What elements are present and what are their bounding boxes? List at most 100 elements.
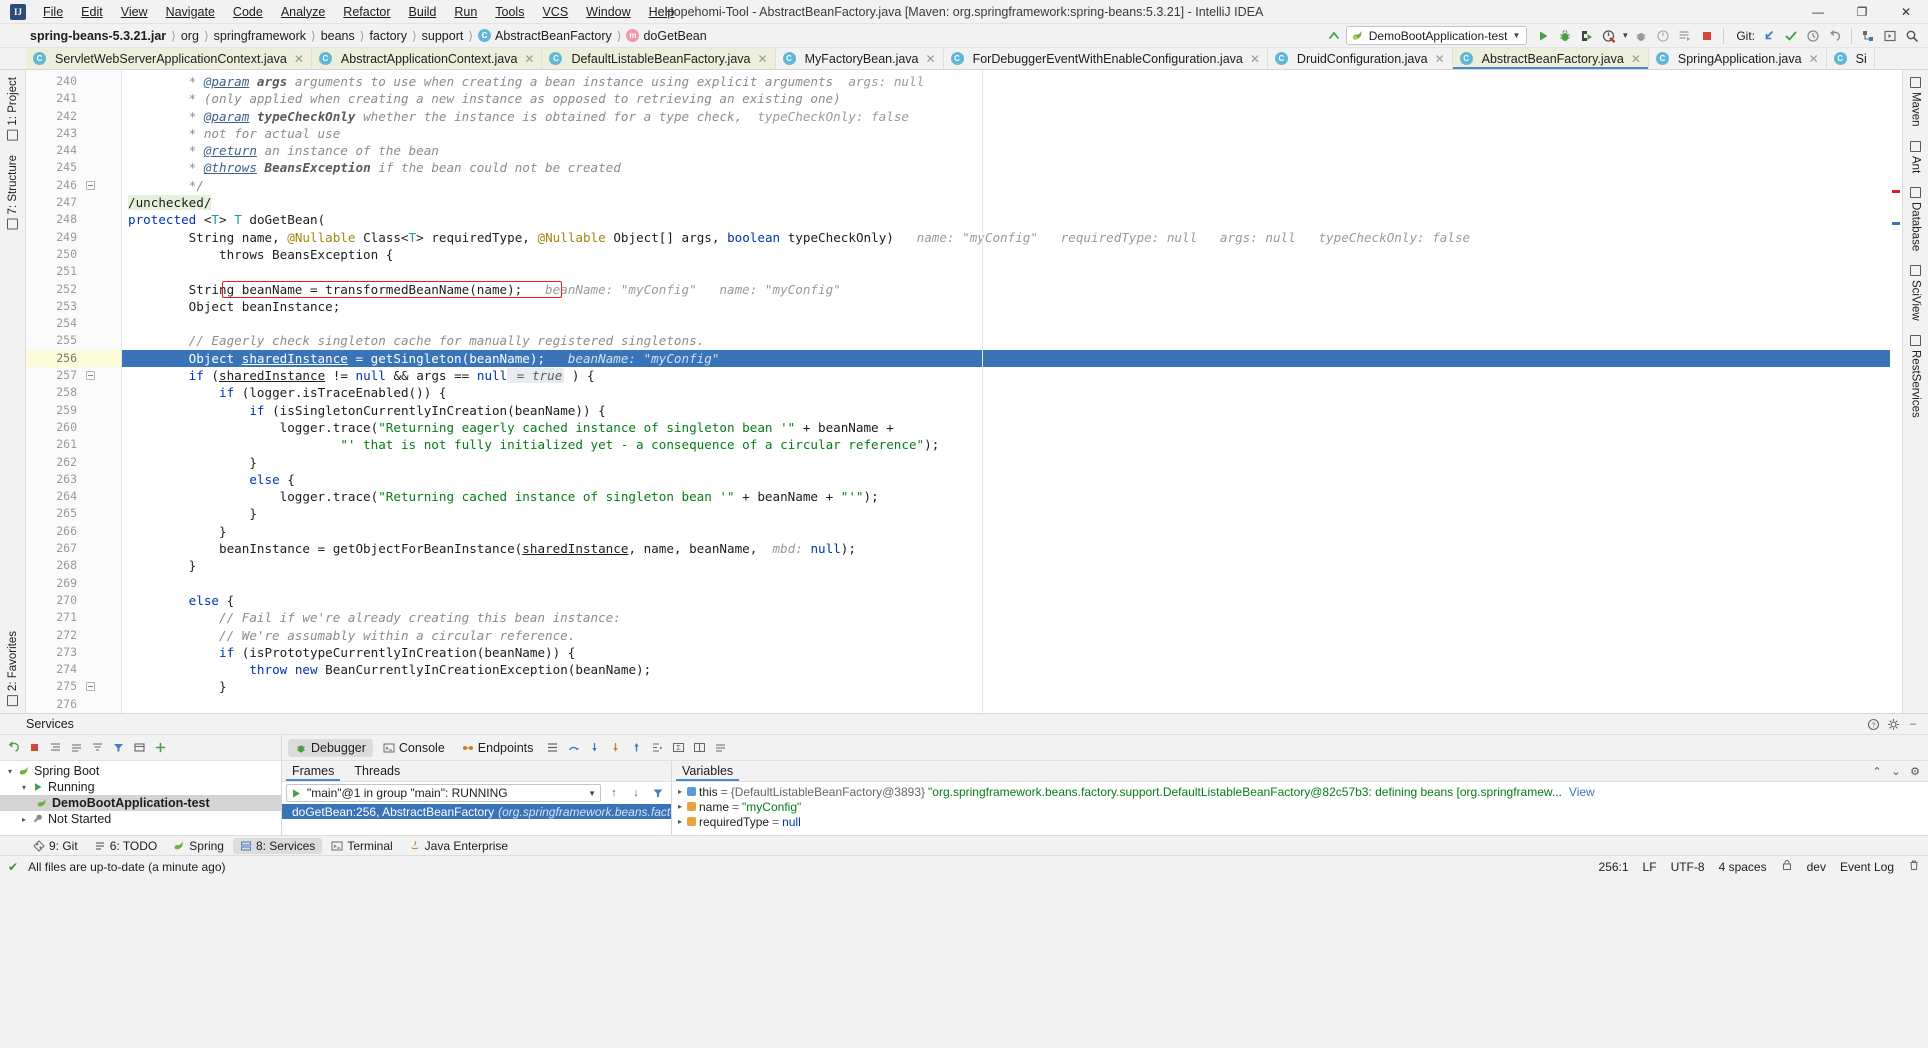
sidebar-item-ant[interactable]: Ant bbox=[1910, 134, 1922, 180]
code-line-254[interactable] bbox=[122, 315, 1902, 332]
variable-row-this[interactable]: ▸ this = {DefaultListableBeanFactory@389… bbox=[672, 784, 1928, 799]
code-line-261[interactable]: "' that is not fully initialized yet - a… bbox=[122, 436, 1902, 453]
event-log-label[interactable]: Event Log bbox=[1840, 860, 1894, 874]
frame-row-dogetbean[interactable]: doGetBean:256, AbstractBeanFactory (org.… bbox=[282, 804, 671, 819]
close-button[interactable]: ✕ bbox=[1884, 0, 1928, 24]
menu-analyze[interactable]: Analyze bbox=[272, 0, 334, 24]
variable-row-requiredtype[interactable]: ▸ requiredType = null bbox=[672, 814, 1928, 829]
code-line-246[interactable]: */ bbox=[122, 177, 1902, 194]
menu-code[interactable]: Code bbox=[224, 0, 272, 24]
editor-tab-0[interactable]: C ServletWebServerApplicationContext.java… bbox=[26, 48, 312, 69]
breadcrumb-factory[interactable]: factory bbox=[365, 28, 411, 44]
gutter-line-274[interactable]: 274 bbox=[26, 661, 121, 678]
gutter-line-257[interactable]: 257 bbox=[26, 367, 121, 384]
rerun-icon[interactable] bbox=[4, 739, 22, 757]
run-with-coverage-icon[interactable] bbox=[1577, 26, 1597, 46]
chevron-down-icon[interactable]: ▼ bbox=[1512, 31, 1520, 40]
indent-setting[interactable]: 4 spaces bbox=[1719, 860, 1767, 874]
gutter-line-272[interactable]: 272 bbox=[26, 627, 121, 644]
filter-icon[interactable] bbox=[649, 784, 667, 802]
editor-code-area[interactable]: * @param args arguments to use when crea… bbox=[122, 70, 1902, 713]
gutter-line-258[interactable]: 258 bbox=[26, 384, 121, 401]
fold-toggle-icon[interactable] bbox=[86, 682, 95, 692]
breadcrumb-jar[interactable]: spring-beans-5.3.21.jar bbox=[26, 28, 170, 44]
layout-settings-icon[interactable] bbox=[543, 739, 561, 757]
chevron-right-icon[interactable]: ▸ bbox=[20, 815, 28, 824]
build-icon[interactable] bbox=[1324, 26, 1344, 46]
gutter-line-263[interactable]: 263 bbox=[26, 471, 121, 488]
close-icon[interactable]: ✕ bbox=[926, 52, 936, 66]
gutter-line-242[interactable]: 242 bbox=[26, 108, 121, 125]
bottom-tab-git[interactable]: 9: Git bbox=[26, 838, 85, 854]
tab-frames[interactable]: Frames bbox=[282, 762, 344, 781]
gutter-line-252[interactable]: 252 bbox=[26, 281, 121, 298]
code-line-259[interactable]: if (isSingletonCurrentlyInCreation(beanN… bbox=[122, 402, 1902, 419]
gutter-line-273[interactable]: 273 bbox=[26, 644, 121, 661]
gutter-line-260[interactable]: 260 bbox=[26, 419, 121, 436]
thread-selector[interactable]: "main"@1 in group "main": RUNNING ▼ bbox=[286, 784, 601, 802]
git-revert-icon[interactable] bbox=[1825, 26, 1845, 46]
tree-item-running[interactable]: ▾ Running bbox=[0, 779, 281, 795]
code-line-251[interactable] bbox=[122, 263, 1902, 280]
code-line-265[interactable]: } bbox=[122, 505, 1902, 522]
code-line-272[interactable]: // We're assumably within a circular ref… bbox=[122, 627, 1902, 644]
move-down-icon[interactable]: ↓ bbox=[627, 784, 645, 802]
gutter-line-261[interactable]: 261 bbox=[26, 436, 121, 453]
trash-icon[interactable] bbox=[1908, 859, 1920, 874]
breadcrumb-support[interactable]: support bbox=[418, 28, 468, 44]
tree-item-demobootapplication-test[interactable]: DemoBootApplication-test bbox=[0, 795, 281, 811]
gutter-line-244[interactable]: 244 bbox=[26, 142, 121, 159]
chevron-right-icon[interactable]: ▸ bbox=[676, 802, 684, 811]
gutter-line-250[interactable]: 250 bbox=[26, 246, 121, 263]
collapse-icon[interactable]: ⌃ bbox=[1868, 762, 1886, 780]
code-line-268[interactable]: } bbox=[122, 557, 1902, 574]
code-line-270[interactable]: else { bbox=[122, 592, 1902, 609]
move-up-icon[interactable]: ↑ bbox=[605, 784, 623, 802]
caret-position[interactable]: 256:1 bbox=[1599, 860, 1629, 874]
code-line-253[interactable]: Object beanInstance; bbox=[122, 298, 1902, 315]
breadcrumb-class[interactable]: C AbstractBeanFactory bbox=[474, 28, 616, 44]
breadcrumb-method[interactable]: m doGetBean bbox=[622, 28, 710, 44]
code-line-250[interactable]: throws BeansException { bbox=[122, 246, 1902, 263]
code-line-252[interactable]: String beanName = transformedBeanName(na… bbox=[122, 280, 1902, 298]
gutter-line-262[interactable]: 262 bbox=[26, 454, 121, 471]
bottom-tab-java-enterprise[interactable]: Java Enterprise bbox=[402, 838, 515, 854]
close-icon[interactable]: ✕ bbox=[1631, 52, 1641, 66]
gutter-line-271[interactable]: 271 bbox=[26, 609, 121, 626]
attach-debugger-icon[interactable] bbox=[1631, 26, 1651, 46]
code-line-247[interactable]: /unchecked/ bbox=[122, 194, 1902, 211]
run-icon[interactable] bbox=[1533, 26, 1553, 46]
editor-tab-5[interactable]: C DruidConfiguration.java ✕ bbox=[1267, 48, 1453, 69]
profile-icon[interactable] bbox=[1599, 26, 1619, 46]
new-tab-icon[interactable] bbox=[130, 739, 148, 757]
minimize-panel-icon[interactable]: – bbox=[1904, 715, 1922, 733]
collapse-all-icon[interactable] bbox=[67, 739, 85, 757]
tab-variables[interactable]: Variables bbox=[672, 762, 743, 781]
code-line-263[interactable]: else { bbox=[122, 471, 1902, 488]
close-icon[interactable]: ✕ bbox=[1250, 52, 1260, 66]
tab-endpoints[interactable]: Endpoints bbox=[455, 739, 541, 757]
gutter-line-246[interactable]: 246 bbox=[26, 177, 121, 194]
code-line-262[interactable]: } bbox=[122, 454, 1902, 471]
code-line-260[interactable]: logger.trace("Returning eagerly cached i… bbox=[122, 419, 1902, 436]
menu-tools[interactable]: Tools bbox=[486, 0, 533, 24]
menu-vcs[interactable]: VCS bbox=[533, 0, 577, 24]
variable-row-name[interactable]: ▸ name = "myConfig" bbox=[672, 799, 1928, 814]
gutter-line-270[interactable]: 270 bbox=[26, 592, 121, 609]
chevron-down-icon[interactable]: ▾ bbox=[20, 783, 28, 792]
gutter-line-269[interactable]: 269 bbox=[26, 575, 121, 592]
sidebar-item-structure[interactable]: 7: Structure bbox=[7, 148, 19, 236]
gutter-line-243[interactable]: 243 bbox=[26, 125, 121, 142]
stop-icon[interactable] bbox=[1697, 26, 1717, 46]
code-line-267[interactable]: beanInstance = getObjectForBeanInstance(… bbox=[122, 540, 1902, 557]
menu-view[interactable]: View bbox=[112, 0, 157, 24]
code-line-249[interactable]: String name, @Nullable Class<T> required… bbox=[122, 229, 1902, 246]
gutter-line-249[interactable]: 249 bbox=[26, 229, 121, 246]
editor-tab-1[interactable]: C AbstractApplicationContext.java ✕ bbox=[311, 48, 543, 69]
code-line-245[interactable]: * @throws BeansException if the bean cou… bbox=[122, 159, 1902, 176]
close-icon[interactable]: ✕ bbox=[758, 52, 768, 66]
chevron-right-icon[interactable]: ▸ bbox=[676, 787, 684, 796]
close-icon[interactable]: ✕ bbox=[1809, 52, 1819, 66]
menu-help[interactable]: Help bbox=[640, 0, 684, 24]
tree-item-spring-boot[interactable]: ▾ Spring Boot bbox=[0, 763, 281, 779]
